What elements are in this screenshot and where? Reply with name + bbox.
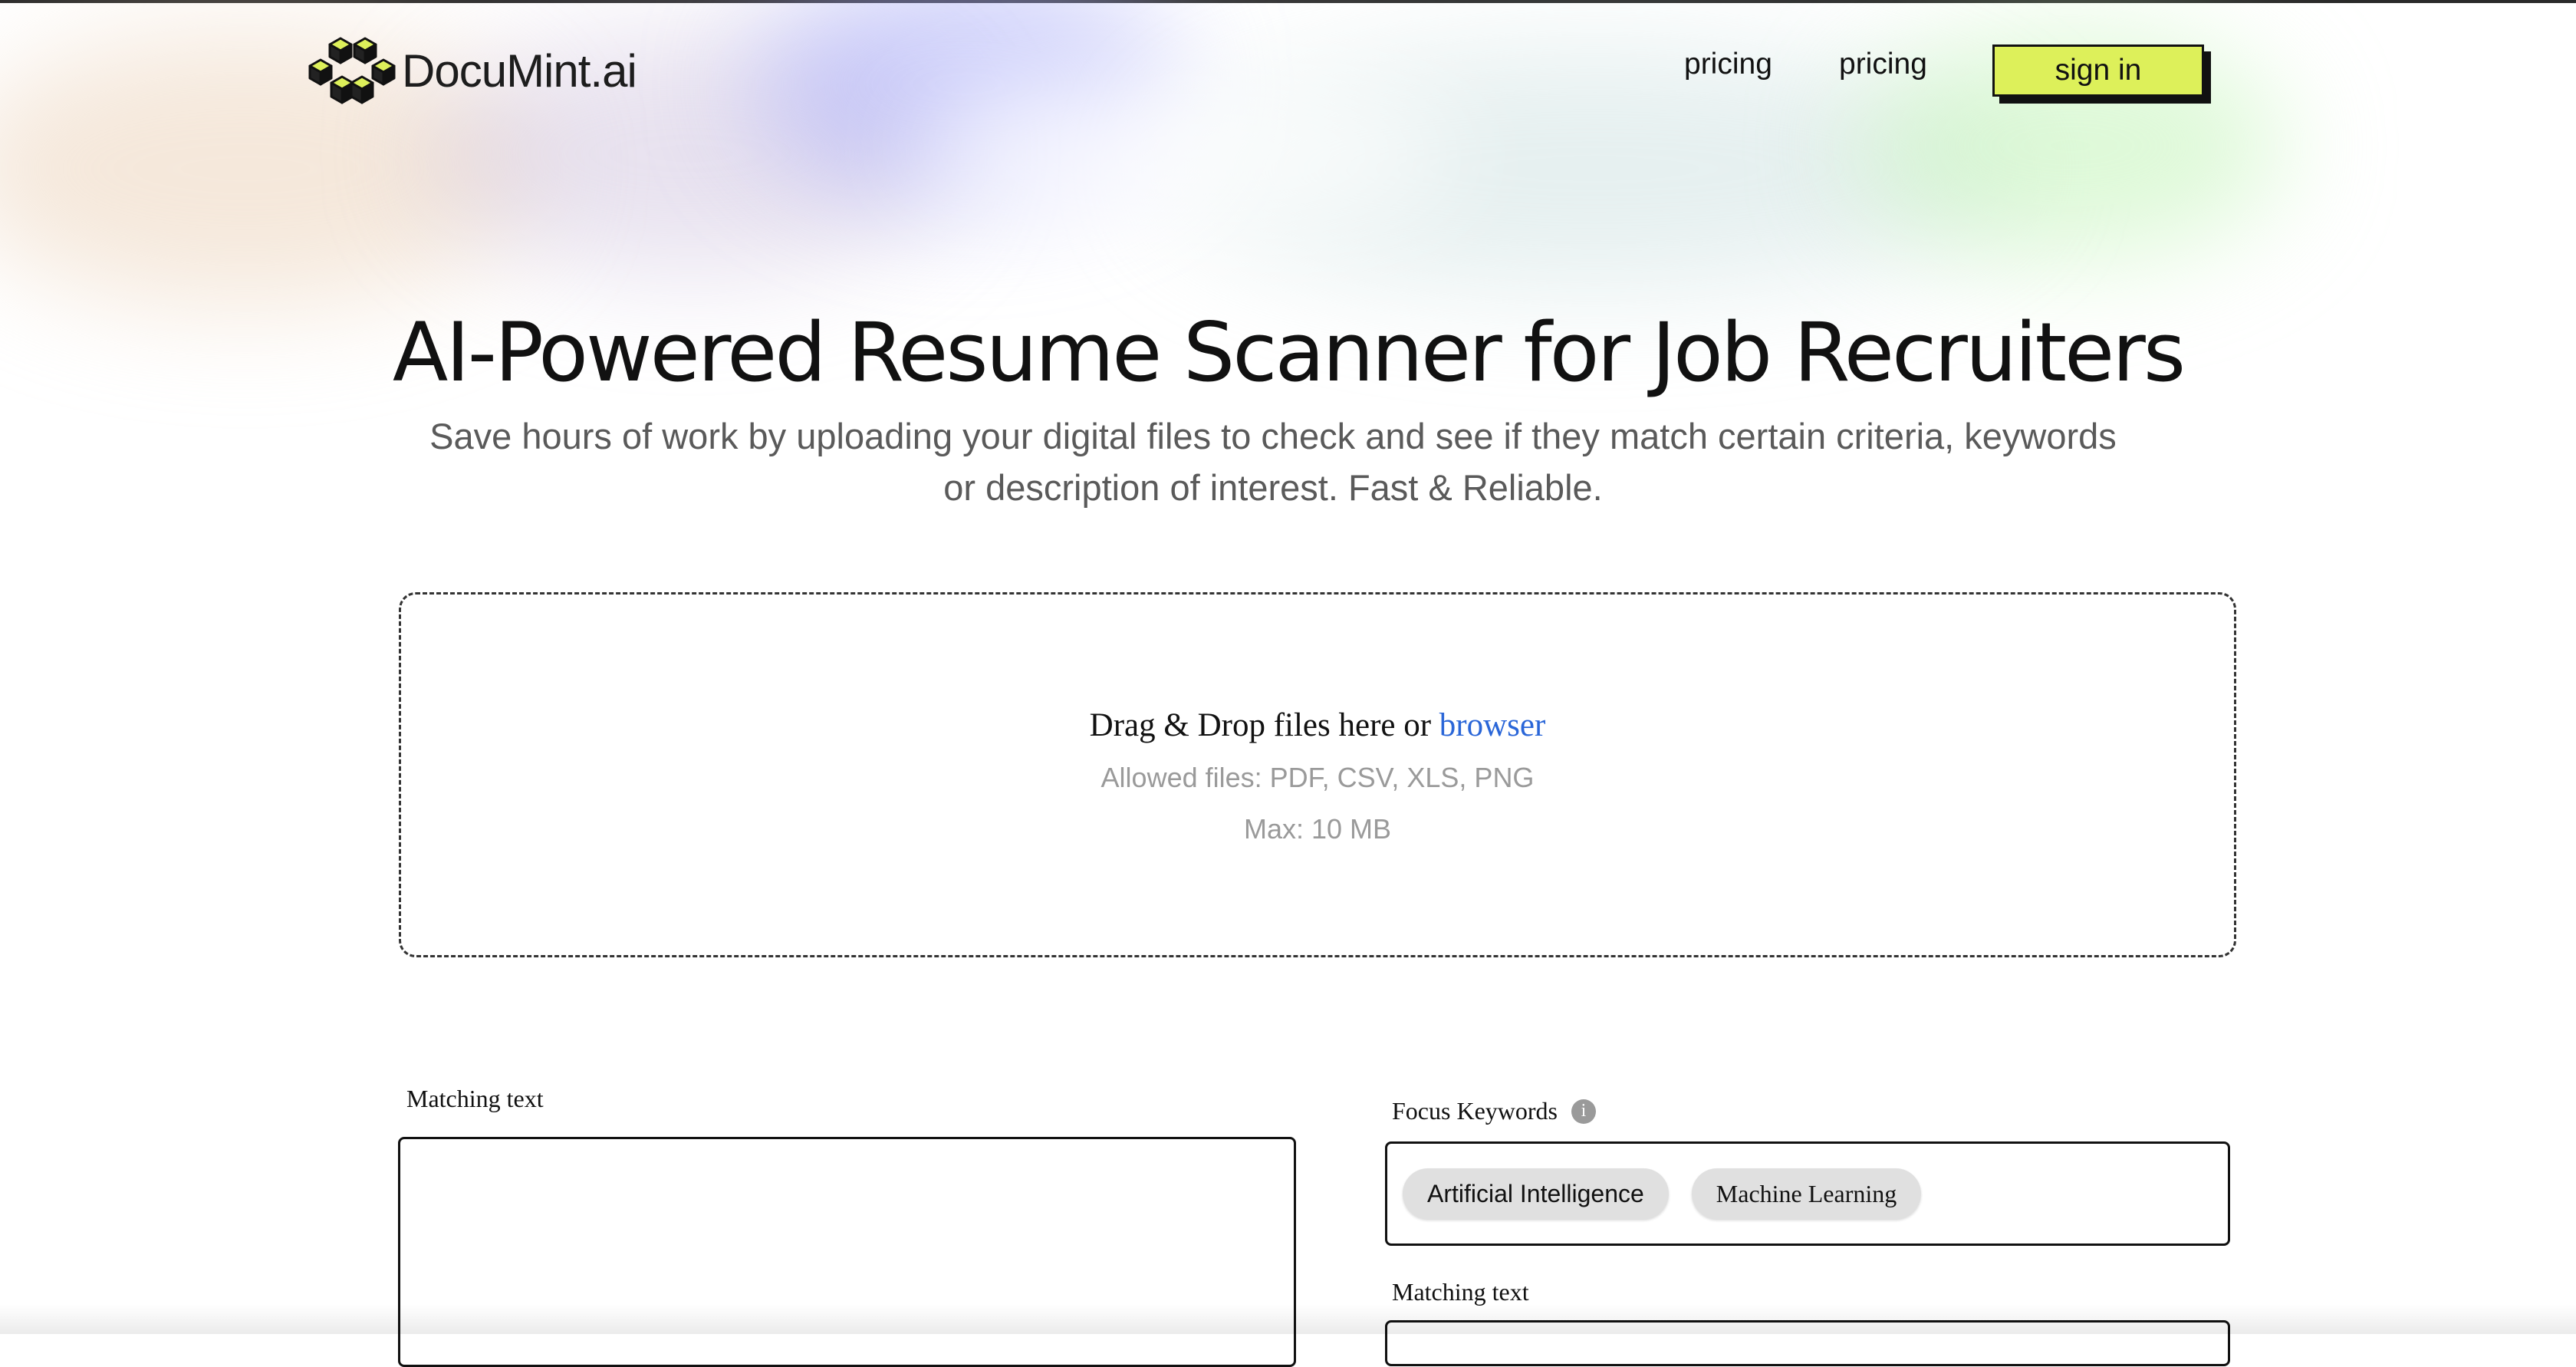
focus-keywords-label: Focus Keywords i — [1392, 1097, 1596, 1125]
background-gradient-highlight — [920, 69, 1457, 238]
allowed-files-text: Allowed files: PDF, CSV, XLS, PNG — [1100, 762, 1535, 793]
window-top-border — [0, 0, 2576, 3]
logo-text: DocuMint.ai — [402, 44, 637, 97]
nav-link-pricing-2[interactable]: pricing — [1839, 48, 1927, 81]
matching-text-input-right[interactable] — [1385, 1320, 2230, 1366]
keyword-chip[interactable]: Artificial Intelligence — [1403, 1168, 1669, 1219]
logo[interactable]: DocuMint.ai — [307, 32, 637, 109]
page-title: AI-Powered Resume Scanner for Job Recrui… — [392, 305, 2186, 400]
focus-keywords-input[interactable]: Artificial Intelligence Machine Learning — [1385, 1141, 2230, 1246]
focus-keywords-label-text: Focus Keywords — [1392, 1097, 1558, 1125]
cubes-logo-icon — [308, 37, 396, 104]
max-size-text: Max: 10 MB — [1243, 813, 1392, 845]
background-gradient-teal — [1166, 46, 2025, 292]
drop-zone-prompt-text: Drag & Drop files here or — [1089, 707, 1432, 743]
keyword-chip[interactable]: Machine Learning — [1691, 1168, 1922, 1219]
file-drop-zone[interactable]: Drag & Drop files here or browser Allowe… — [399, 592, 2236, 957]
page-subtitle: Save hours of work by uploading your dig… — [429, 416, 2117, 508]
matching-text-label-right: Matching text — [1392, 1278, 1529, 1306]
background-gradient-blue — [752, 0, 1181, 199]
drop-zone-prompt: Drag & Drop files here or browser — [401, 707, 2234, 744]
matching-text-input[interactable] — [398, 1137, 1296, 1367]
matching-text-label: Matching text — [406, 1085, 544, 1112]
sign-in-button[interactable]: sign in — [1992, 44, 2204, 97]
browse-files-link[interactable]: browser — [1439, 707, 1546, 743]
nav-link-pricing[interactable]: pricing — [1684, 48, 1772, 81]
info-icon[interactable]: i — [1571, 1099, 1596, 1124]
